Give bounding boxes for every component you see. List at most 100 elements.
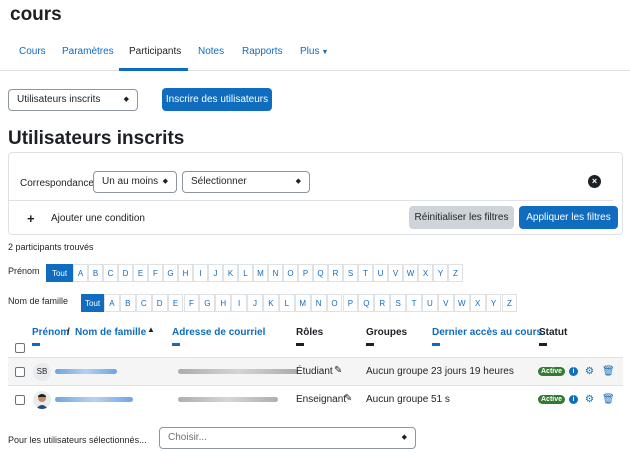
tab-reports[interactable]: Rapports [242,46,283,57]
remove-condition-icon[interactable]: × [588,175,601,188]
edit-role-pencil-icon[interactable]: ✎ [334,365,342,376]
lastname-initial-i[interactable]: I [231,294,248,312]
gear-icon[interactable]: ⚙ [585,367,594,377]
firstname-initial-i[interactable]: I [193,264,208,282]
firstname-sort-link[interactable]: Prénom [32,327,69,338]
firstname-initial-f[interactable]: F [148,264,163,282]
lastname-initial-x[interactable]: X [469,294,486,312]
firstname-initial-m[interactable]: M [253,264,268,282]
lastname-initial-k[interactable]: K [263,294,279,312]
lastname-sort-link[interactable]: Nom de famille [75,327,146,338]
trash-icon[interactable]: 🗑 [602,395,615,405]
lastname-initial-v[interactable]: V [437,294,454,312]
filter-type-select[interactable]: Sélectionner ◆ [182,171,310,193]
firstname-initial-q[interactable]: Q [313,264,328,282]
lastname-initial-h[interactable]: H [215,294,232,312]
enrolment-page-select[interactable]: Utilisateurs inscrits ◆ [8,89,138,111]
lastname-initial-n[interactable]: N [310,294,327,312]
firstname-initial-n[interactable]: N [268,264,283,282]
firstname-initial-d[interactable]: D [118,264,133,282]
bulk-action-select[interactable]: Choisir... ◆ [159,427,416,449]
lastname-initial-m[interactable]: M [294,294,311,312]
firstname-initial-p[interactable]: P [298,264,313,282]
firstname-initial-all[interactable]: Tout [46,264,73,282]
select-caret-icon: ◆ [295,178,301,185]
lastname-initial-b[interactable]: B [119,294,136,312]
lastname-initial-u[interactable]: U [422,294,438,312]
sort-ascending-icon: ▲ [147,325,155,334]
row-checkbox[interactable] [15,367,25,377]
firstname-initial-x[interactable]: X [418,264,433,282]
firstname-initial-k[interactable]: K [223,264,238,282]
info-icon[interactable]: i [569,367,578,376]
lastname-initial-r[interactable]: R [374,294,391,312]
lastname-initial-o[interactable]: O [326,294,343,312]
firstname-initial-u[interactable]: U [373,264,388,282]
firstname-initial-s[interactable]: S [343,264,358,282]
firstname-initial-j[interactable]: J [208,264,223,282]
roles-collapse-icon[interactable] [296,343,304,346]
tab-course[interactable]: Cours [19,46,46,57]
row-checkbox[interactable] [15,395,25,405]
plus-icon[interactable]: + [27,211,35,226]
lastname-initial-j[interactable]: J [247,294,263,312]
lastname-initial-q[interactable]: Q [358,294,375,312]
lastname-initial-all[interactable]: Tout [81,294,104,312]
user-last-access: 51 s [431,394,450,405]
last-access-sort-link[interactable]: Dernier accès au cours [432,327,542,338]
firstname-initial-o[interactable]: O [283,264,298,282]
bulk-action-label: Pour les utilisateurs sélectionnés... [8,435,147,445]
tab-grades[interactable]: Notes [198,46,224,57]
firstname-collapse-icon[interactable] [32,343,40,346]
firstname-initial-b[interactable]: B [88,264,103,282]
match-select[interactable]: Un au moins ◆ [93,171,177,193]
lastname-initial-c[interactable]: C [135,294,152,312]
lastname-initial-y[interactable]: Y [485,294,502,312]
firstname-initial-h[interactable]: H [178,264,193,282]
lastname-initial-p[interactable]: P [342,294,359,312]
lastname-initial-t[interactable]: T [406,294,422,312]
firstname-initial-v[interactable]: V [388,264,403,282]
trash-icon[interactable]: 🗑 [602,367,615,377]
user-name-link[interactable] [55,397,133,402]
firstname-initial-c[interactable]: C [103,264,118,282]
firstname-initial-a[interactable]: A [73,264,88,282]
enrolment-page-value: Utilisateurs inscrits [17,94,101,105]
groups-collapse-icon[interactable] [366,343,374,346]
lastname-initial-w[interactable]: W [453,294,470,312]
lastname-initial-z[interactable]: Z [501,294,518,312]
edit-role-pencil-icon[interactable]: ✎ [344,393,352,404]
email-sort-link[interactable]: Adresse de courriel [172,327,265,338]
lastname-initial-d[interactable]: D [151,294,168,312]
lastname-initial-s[interactable]: S [390,294,407,312]
status-header: Statut [539,327,568,338]
tab-more[interactable]: Plus ▼ [300,46,328,57]
user-name-link[interactable] [55,369,117,374]
tab-settings[interactable]: Paramètres [62,46,114,57]
info-icon[interactable]: i [569,395,578,404]
lastname-initial-e[interactable]: E [167,294,184,312]
firstname-initial-r[interactable]: R [328,264,343,282]
lastname-initial-l[interactable]: L [278,294,295,312]
email-collapse-icon[interactable] [172,343,180,346]
lastname-initial-g[interactable]: G [199,294,216,312]
firstname-initial-y[interactable]: Y [433,264,448,282]
firstname-initial-t[interactable]: T [358,264,373,282]
lastname-initial-f[interactable]: F [183,294,200,312]
select-all-checkbox[interactable] [15,343,25,353]
firstname-initial-z[interactable]: Z [448,264,463,282]
firstname-initial-e[interactable]: E [133,264,148,282]
lastname-initial-a[interactable]: A [104,294,120,312]
reset-filters-button[interactable]: Réinitialiser les filtres [409,206,514,229]
apply-filters-button[interactable]: Appliquer les filtres [519,206,618,229]
gear-icon[interactable]: ⚙ [585,395,594,405]
user-email [178,397,278,402]
status-collapse-icon[interactable] [539,343,547,346]
firstname-initial-g[interactable]: G [163,264,178,282]
enrol-users-button[interactable]: Inscrire des utilisateurs [162,88,272,111]
firstname-initial-l[interactable]: L [238,264,253,282]
add-condition-link[interactable]: Ajouter une condition [51,213,145,224]
last-access-collapse-icon[interactable] [432,343,440,346]
tab-participants[interactable]: Participants [129,46,181,57]
firstname-initial-w[interactable]: W [403,264,418,282]
